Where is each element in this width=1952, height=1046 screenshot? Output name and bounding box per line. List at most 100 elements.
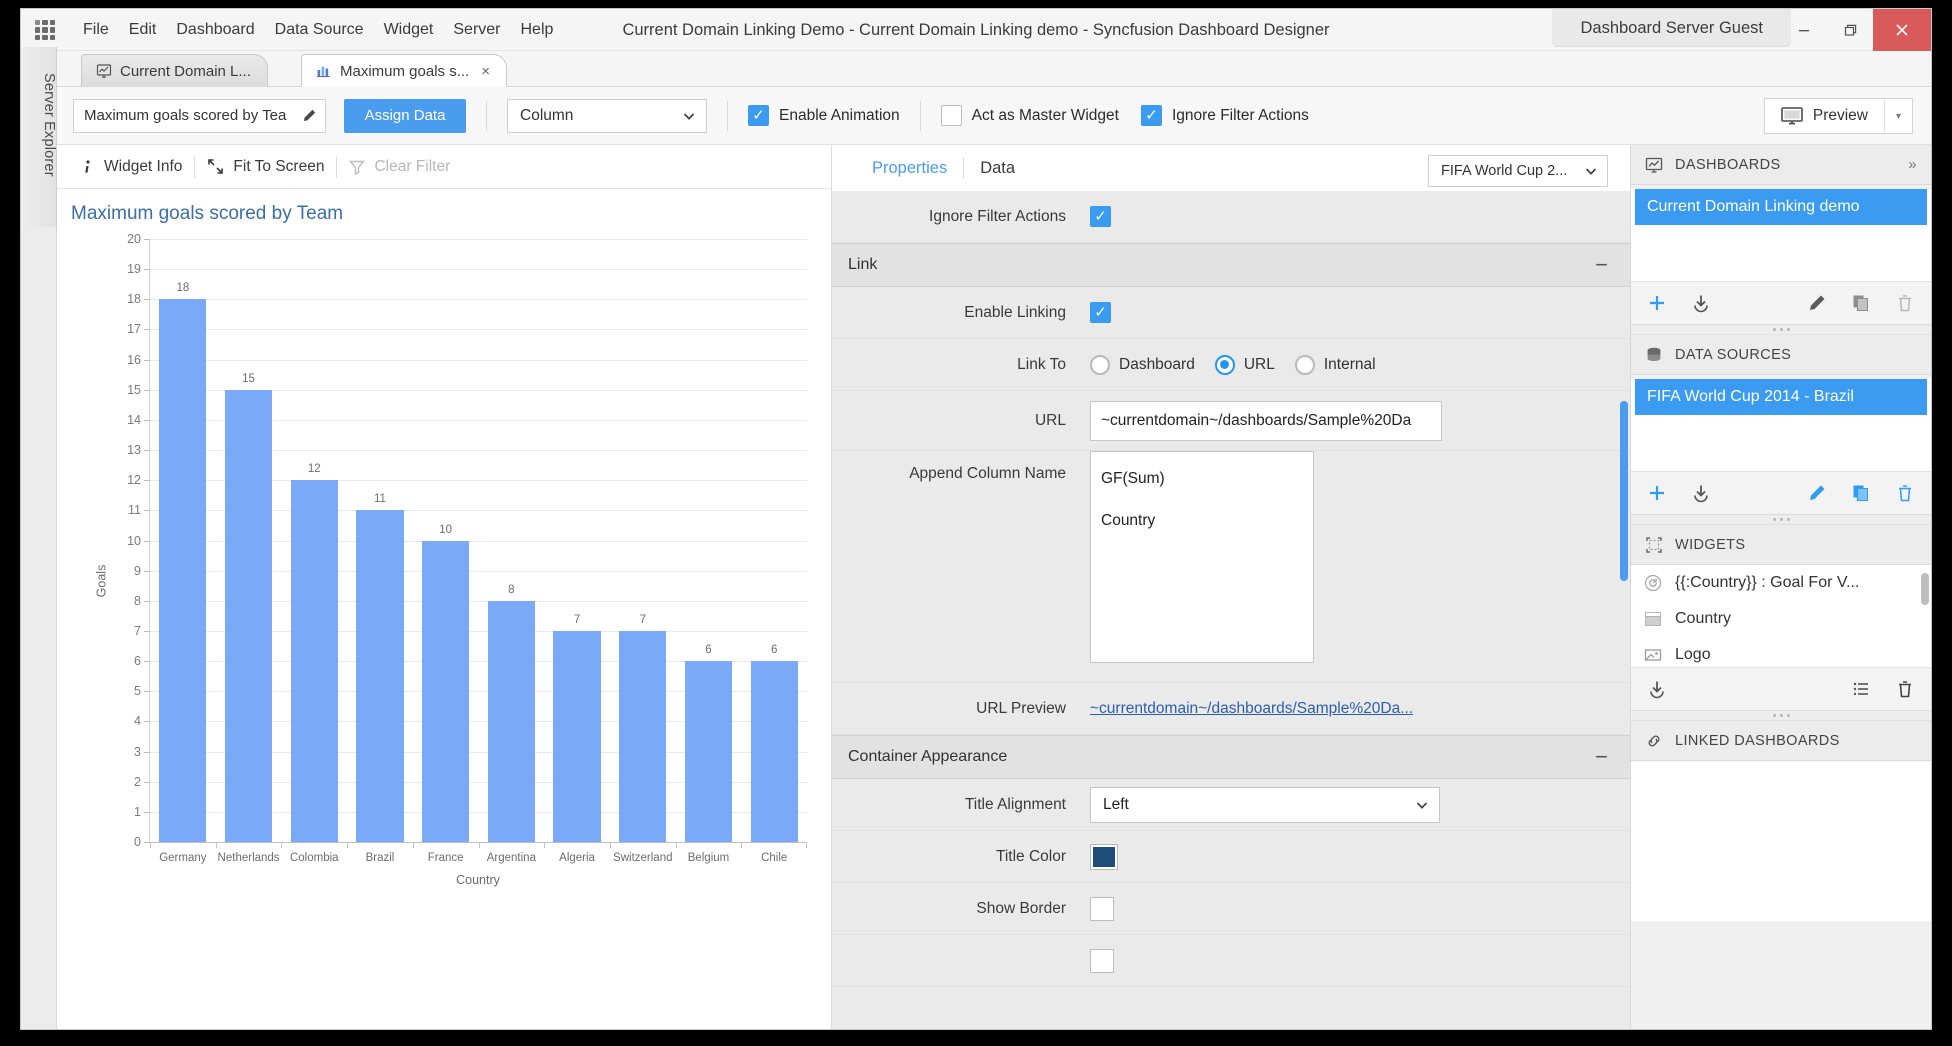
- panel-resize-grip-3[interactable]: [1631, 711, 1931, 721]
- chart-bar[interactable]: [553, 630, 601, 842]
- chart-bar[interactable]: [422, 540, 470, 842]
- menu-item-help[interactable]: Help: [511, 9, 564, 51]
- append-column-listbox[interactable]: GF(Sum) Country: [1090, 451, 1314, 663]
- edit-icon[interactable]: [1807, 483, 1827, 503]
- ignore-filter-actions-checkbox[interactable]: ✓ Ignore Filter Actions: [1140, 105, 1309, 126]
- enable-linking-checkbox[interactable]: ✓: [1090, 302, 1111, 323]
- chart-toolbar: Widget Info Fit To Screen Clear Filter: [57, 145, 831, 189]
- chart-canvas[interactable]: Goals 0 1 2 3 4 5 6 7 8 9 10 11 12 13 14 15 16 17 18 19 20 1…: [63, 231, 821, 931]
- datasource-select[interactable]: FIFA World Cup 2...: [1428, 155, 1608, 187]
- section-collapse-icon[interactable]: −: [1595, 254, 1608, 276]
- delete-icon[interactable]: [1895, 293, 1915, 313]
- download-icon[interactable]: [1691, 293, 1711, 313]
- chart-bar[interactable]: [684, 661, 733, 842]
- menu-item-server[interactable]: Server: [443, 9, 510, 51]
- section-collapse-icon[interactable]: −: [1595, 746, 1608, 768]
- restore-button[interactable]: [1827, 9, 1873, 51]
- title-alignment-select[interactable]: Left: [1090, 786, 1440, 823]
- list-view-icon[interactable]: [1851, 679, 1871, 699]
- tab-maximum-goals[interactable]: Maximum goals s... ×: [301, 54, 507, 87]
- chart-bar[interactable]: [356, 510, 404, 842]
- tab-properties[interactable]: Properties: [856, 159, 963, 178]
- assign-data-button[interactable]: Assign Data: [344, 98, 466, 133]
- tab-close-icon[interactable]: ×: [481, 63, 490, 80]
- menu-item-edit[interactable]: Edit: [119, 9, 167, 51]
- act-as-master-widget-checkbox[interactable]: Act as Master Widget: [940, 105, 1119, 126]
- server-explorer-rail[interactable]: Server Explorer: [21, 47, 57, 227]
- url-input[interactable]: ~currentdomain~/dashboards/Sample%20Da: [1090, 400, 1442, 441]
- radio-dashboard[interactable]: Dashboard: [1090, 354, 1195, 375]
- preview-main[interactable]: Preview: [1765, 99, 1884, 133]
- add-icon[interactable]: [1647, 293, 1667, 313]
- list-item[interactable]: Country: [1091, 506, 1313, 536]
- download-icon[interactable]: [1647, 679, 1667, 699]
- chart-bar-group[interactable]: 15 Netherlands: [215, 239, 282, 864]
- row-label: Link To: [1017, 355, 1066, 373]
- chart-bar-group[interactable]: 6 Belgium: [675, 239, 742, 864]
- copy-icon[interactable]: [1851, 483, 1871, 503]
- copy-icon[interactable]: [1851, 293, 1871, 313]
- chart-bar-group[interactable]: 7 Switzerland: [609, 239, 676, 864]
- widgets-title: WIDGETS: [1675, 536, 1746, 553]
- widgets-inner-scrollbar[interactable]: [1921, 573, 1929, 605]
- section-link[interactable]: Link −: [832, 243, 1630, 287]
- clear-filter-button[interactable]: Clear Filter: [337, 158, 462, 176]
- chart-plot-area: 0 1 2 3 4 5 6 7 8 9 10 11 12 13 14 15 16 17 18 19 20 18 Germa…: [127, 232, 808, 864]
- menu-item-dashboard[interactable]: Dashboard: [166, 9, 264, 51]
- widget-item-logo[interactable]: Logo: [1631, 637, 1931, 667]
- tab-current-domain-linking[interactable]: Current Domain L...: [81, 54, 268, 87]
- next-property-control[interactable]: [1090, 948, 1114, 973]
- row-url: URL ~currentdomain~/dashboards/Sample%20…: [832, 391, 1630, 451]
- chart-bar-group[interactable]: 6 Chile: [741, 239, 808, 864]
- list-item[interactable]: GF(Sum): [1091, 464, 1313, 494]
- chart-bar-group[interactable]: 11 Brazil: [347, 239, 413, 864]
- chart-bar[interactable]: [290, 480, 338, 842]
- data-source-item-fifa-world-cup-2014-brazil[interactable]: FIFA World Cup 2014 - Brazil: [1635, 379, 1927, 415]
- chart-bar-group[interactable]: 8 Argentina: [478, 239, 545, 864]
- chart-bar-group[interactable]: 7 Algeria: [544, 239, 610, 864]
- enable-animation-checkbox[interactable]: ✓ Enable Animation: [748, 105, 900, 126]
- title-color-swatch[interactable]: [1090, 843, 1118, 870]
- url-preview-link[interactable]: ~currentdomain~/dashboards/Sample%20Da..…: [1090, 700, 1413, 718]
- tab-data[interactable]: Data: [964, 159, 1031, 178]
- menu-item-widget[interactable]: Widget: [374, 9, 444, 51]
- preview-button[interactable]: Preview ▾: [1763, 98, 1913, 134]
- chart-type-select[interactable]: Column: [507, 98, 707, 133]
- minimize-button[interactable]: [1781, 9, 1827, 51]
- app-menu-waffle-icon[interactable]: [35, 20, 55, 40]
- panel-resize-grip-2[interactable]: [1631, 515, 1931, 525]
- chart-bar[interactable]: [224, 389, 273, 842]
- link-icon: [1648, 735, 1660, 746]
- menu-item-file[interactable]: File: [73, 9, 119, 51]
- properties-scrollbar[interactable]: [1620, 401, 1628, 581]
- panel-resize-grip[interactable]: [1631, 325, 1931, 335]
- radio-url[interactable]: URL: [1214, 354, 1275, 375]
- chart-bar[interactable]: [487, 600, 535, 842]
- dashboard-item-current-domain-linking-demo[interactable]: Current Domain Linking demo: [1635, 189, 1927, 225]
- edit-icon[interactable]: [1807, 293, 1827, 313]
- chevron-right-double-icon[interactable]: »: [1908, 156, 1917, 173]
- widget-title-input[interactable]: Maximum goals scored by Tea: [73, 98, 326, 133]
- download-icon[interactable]: [1691, 483, 1711, 503]
- section-container-appearance[interactable]: Container Appearance −: [832, 735, 1630, 779]
- widget-info-button[interactable]: Widget Info: [69, 158, 194, 176]
- chart-bar-group[interactable]: 10 France: [412, 239, 479, 864]
- close-button[interactable]: [1873, 9, 1931, 51]
- chart-bar[interactable]: [619, 630, 667, 842]
- show-border-checkbox[interactable]: [1090, 896, 1114, 921]
- preview-dropdown-caret-icon[interactable]: ▾: [1884, 99, 1912, 133]
- delete-icon[interactable]: [1895, 483, 1915, 503]
- chart-bar[interactable]: [750, 661, 798, 842]
- fit-to-screen-button[interactable]: Fit To Screen: [195, 158, 336, 176]
- user-account-chip[interactable]: Dashboard Server Guest: [1552, 9, 1791, 47]
- menu-item-data-source[interactable]: Data Source: [265, 9, 374, 51]
- delete-icon[interactable]: [1895, 679, 1915, 699]
- ignore-filter-actions-checkbox[interactable]: ✓: [1090, 206, 1111, 227]
- radio-internal[interactable]: Internal: [1294, 354, 1376, 375]
- add-icon[interactable]: [1647, 483, 1667, 503]
- chart-bar-group[interactable]: 12 Colombia: [281, 239, 347, 864]
- chart-bar-group[interactable]: 18 Germany: [150, 239, 216, 864]
- widget-item-country-goal-for[interactable]: {{:Country}} : Goal For V...: [1631, 565, 1931, 601]
- widget-item-country[interactable]: Country: [1631, 601, 1931, 637]
- chart-bar[interactable]: [159, 299, 207, 842]
